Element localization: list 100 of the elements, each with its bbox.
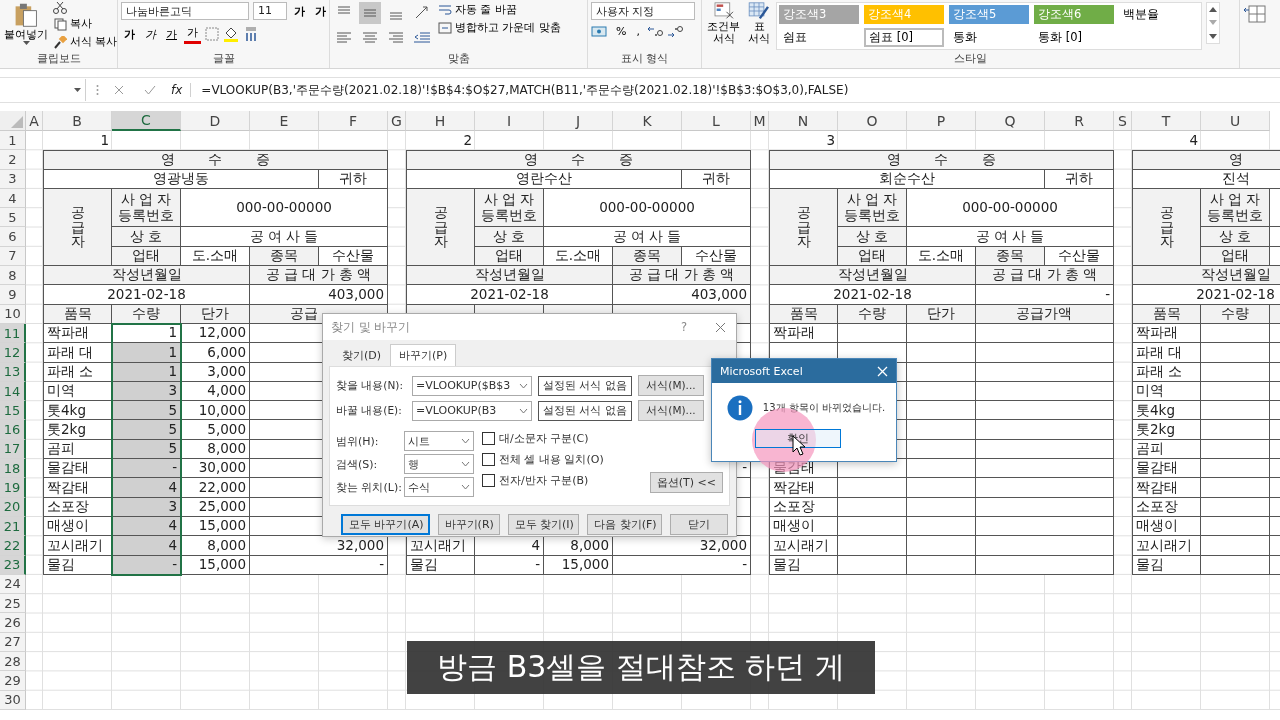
fill-color-icon[interactable] [223,26,239,42]
dialog-tab[interactable]: 찾기(D) [333,344,391,366]
dropdown[interactable]: 행 [404,454,474,474]
font-style-button[interactable]: 가 [121,25,138,43]
format-button[interactable]: 서식(M)... [638,400,704,421]
options-button[interactable]: 옵션(T) << [649,472,723,493]
column-header[interactable]: O [838,111,907,131]
checkbox[interactable] [482,474,495,487]
row-header[interactable]: 16 [0,420,26,440]
row-header[interactable]: 14 [0,381,26,402]
row-header[interactable]: 2 [0,150,26,170]
column-header[interactable]: T [1132,111,1201,131]
row-header[interactable]: 4 [0,188,26,209]
column-header[interactable]: M [751,111,769,131]
row-header[interactable]: 9 [0,285,26,305]
row-header[interactable]: 22 [0,536,26,556]
gallery-scrollbar[interactable] [1206,2,1220,44]
column-header[interactable]: C [112,111,181,131]
phonetic-icon[interactable] [243,26,259,42]
increase-decimal-icon[interactable] [646,24,663,39]
font-style-button[interactable]: 가 [142,25,159,43]
column-header[interactable]: B [43,111,112,131]
column-header[interactable]: H [406,111,475,131]
format-button[interactable]: 서식(M)... [638,375,704,396]
checkbox[interactable] [482,453,495,466]
dialog-button[interactable]: 바꾸기(R) [437,514,500,535]
dropdown[interactable]: 시트 [404,431,474,451]
row-header[interactable]: 3 [0,169,26,189]
wrap-text-button[interactable]: 자동 줄 바꿈 [437,2,518,18]
cell-style-swatch[interactable]: 쉼표 [0] [864,28,944,47]
row-header[interactable]: 25 [0,594,26,614]
font-style-button[interactable]: 가 [163,25,180,43]
formula-field[interactable]: =VLOOKUP(B3,'주문수량(2021.02.18)'!$B$4:$O$27,MATCH(B11,'주문수량(2021.02.18)'!$B$3:$O$3,0),FALSE) [201,81,849,99]
format-painter-button[interactable]: 서식 복사 [53,34,119,50]
row-header[interactable]: 7 [0,246,26,267]
column-header[interactable]: E [250,111,319,131]
row-header[interactable]: 12 [0,343,26,363]
row-header[interactable]: 8 [0,266,26,286]
dropdown[interactable]: 수식 [404,477,474,497]
search-field[interactable]: =VLOOKUP(B3 [412,400,532,421]
column-header[interactable]: S [1114,111,1132,131]
row-header[interactable]: 26 [0,613,26,633]
row-header[interactable]: 21 [0,516,26,537]
row-header[interactable]: 6 [0,227,26,247]
column-header[interactable]: K [613,111,682,131]
column-header[interactable]: D [181,111,250,131]
column-header[interactable]: F [319,111,388,131]
copy-button[interactable]: 복사 [53,16,93,32]
number-format-field[interactable]: 사용자 지정 [591,2,695,20]
font-size-button[interactable]: 가 [312,2,329,20]
currency-icon[interactable] [591,24,609,39]
dialog-button[interactable]: 모두 바꾸기(A) [341,514,430,535]
row-header[interactable]: 29 [0,671,26,691]
check-icon[interactable] [144,85,156,95]
font-size-button[interactable]: 가 [291,2,308,20]
row-header[interactable]: 10 [0,304,26,324]
paste-button[interactable]: 붙여넣기 [3,2,49,45]
column-header[interactable]: Q [976,111,1045,131]
dialog-button[interactable]: 모두 찾기(I) [507,514,580,535]
row-header[interactable]: 23 [0,555,26,575]
format-as-table-button[interactable]: 표 서식 [746,2,772,45]
column-header[interactable]: L [682,111,751,131]
dialog-tab[interactable]: 바꾸기(P) [390,344,457,366]
row-header[interactable]: 13 [0,362,26,382]
column-header[interactable]: I [475,111,544,131]
comma-button[interactable]: , [633,24,643,39]
row-header[interactable]: 28 [0,652,26,672]
row-header[interactable]: 15 [0,401,26,421]
scissors-icon[interactable] [53,2,67,14]
row-header[interactable]: 20 [0,497,26,517]
insert-function-button[interactable]: fx [171,83,192,97]
row-header[interactable]: 5 [0,208,26,228]
font-name-field[interactable]: 나눔바른고딕 [121,2,249,20]
column-header[interactable]: U [1201,111,1270,131]
column-header[interactable]: G [388,111,406,131]
font-style-button[interactable]: 가 [184,24,201,44]
row-header[interactable]: 30 [0,690,26,710]
column-header[interactable]: A [26,111,43,131]
align-icon[interactable] [359,2,381,24]
column-header[interactable]: P [907,111,976,131]
conditional-format-button[interactable]: 조건부 서식 [705,2,742,45]
column-header[interactable]: R [1045,111,1114,131]
row-header[interactable]: 1 [0,131,26,151]
close-icon[interactable] [715,321,726,333]
decrease-decimal-icon[interactable] [666,24,683,39]
row-header[interactable]: 18 [0,459,26,479]
search-field[interactable]: =VLOOKUP($B$3 [412,375,532,396]
column-header[interactable]: N [769,111,838,131]
merge-center-button[interactable]: 병합하고 가운데 맞춤 [437,20,562,36]
row-header[interactable]: 19 [0,478,26,498]
row-header[interactable]: 11 [0,323,26,344]
close-icon[interactable] [114,85,124,95]
dialog-button[interactable]: 다음 찾기(F) [587,514,662,535]
help-button[interactable]: ? [680,320,687,334]
row-header[interactable]: 17 [0,439,26,460]
dialog-button[interactable]: 닫기 [670,514,728,535]
insert-cells-icon[interactable] [1243,2,1267,26]
percent-button[interactable]: % [613,24,630,39]
row-header[interactable]: 27 [0,632,26,652]
row-header[interactable]: 24 [0,574,26,595]
